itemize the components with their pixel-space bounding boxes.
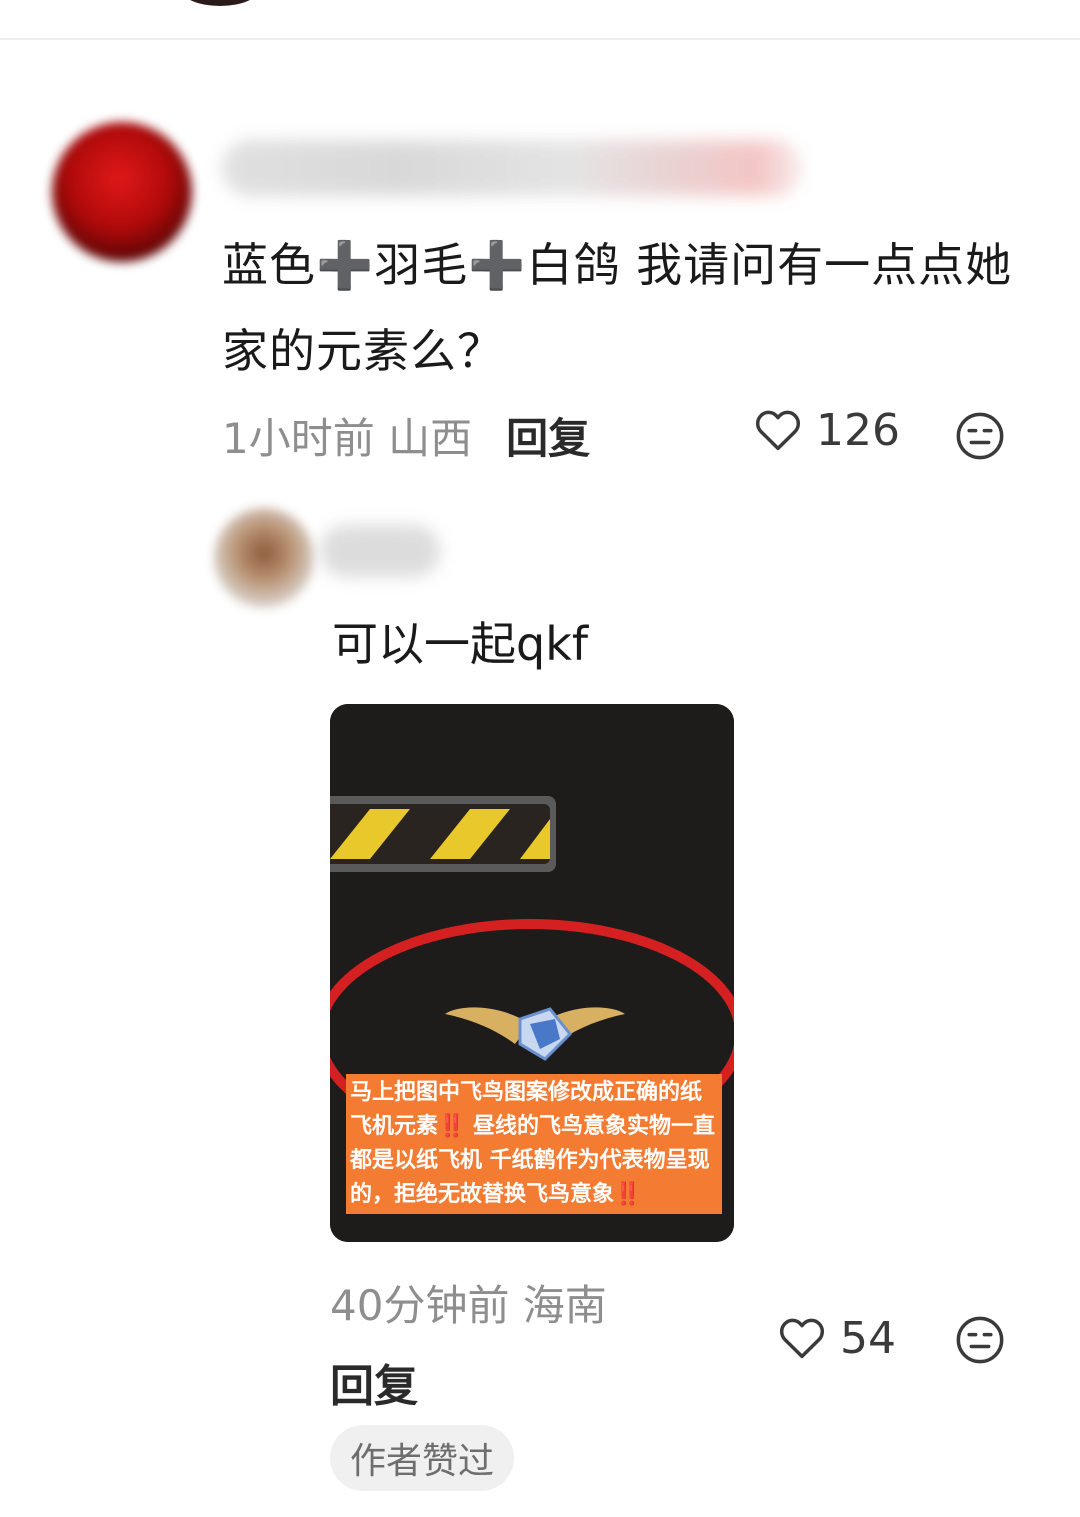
comment-thread: 蓝色➕羽毛➕白鸽 我请问有一点点她家的元素么？ 1小时前 山西 回复 126 可… xyxy=(0,0,1080,1517)
avatar[interactable] xyxy=(52,122,192,262)
reply-like-count: 54 xyxy=(840,1312,896,1364)
comment-meta: 1小时前 山西 回复 xyxy=(222,400,1022,470)
header-cutoff xyxy=(180,0,260,6)
reply-image[interactable]: 马上把图中飞鸟图案修改成正确的纸飞机元素‼️ 昼线的飞鸟意象实物一直都是以纸飞机… xyxy=(330,704,734,1242)
like-button[interactable]: 126 xyxy=(752,404,900,456)
reply-username-blurred[interactable] xyxy=(320,525,440,577)
reply-time-location: 40分钟前 海南 xyxy=(330,1281,607,1330)
author-liked-badge: 作者赞过 xyxy=(330,1425,515,1491)
image-overlay-text: 马上把图中飞鸟图案修改成正确的纸飞机元素‼️ 昼线的飞鸟意象实物一直都是以纸飞机… xyxy=(346,1074,722,1214)
neutral-face-icon[interactable] xyxy=(954,1314,1006,1366)
reply-reply-button[interactable]: 回复 xyxy=(330,1350,418,1414)
comment-text: 蓝色➕羽毛➕白鸽 我请问有一点点她家的元素么？ xyxy=(222,238,1013,378)
heart-outline-icon xyxy=(755,410,801,451)
neutral-face-icon[interactable] xyxy=(954,410,1006,462)
heart-outline-icon xyxy=(779,1318,825,1359)
reply-like-button[interactable]: 54 xyxy=(776,1312,896,1364)
username-blurred[interactable] xyxy=(222,140,802,196)
like-count: 126 xyxy=(816,404,900,456)
reply-avatar[interactable] xyxy=(214,508,314,608)
reply-button[interactable]: 回复 xyxy=(506,405,590,466)
reply-text: 可以一起qkf xyxy=(332,617,589,671)
comment-time-location: 1小时前 山西 xyxy=(222,413,473,463)
divider xyxy=(0,38,1080,40)
